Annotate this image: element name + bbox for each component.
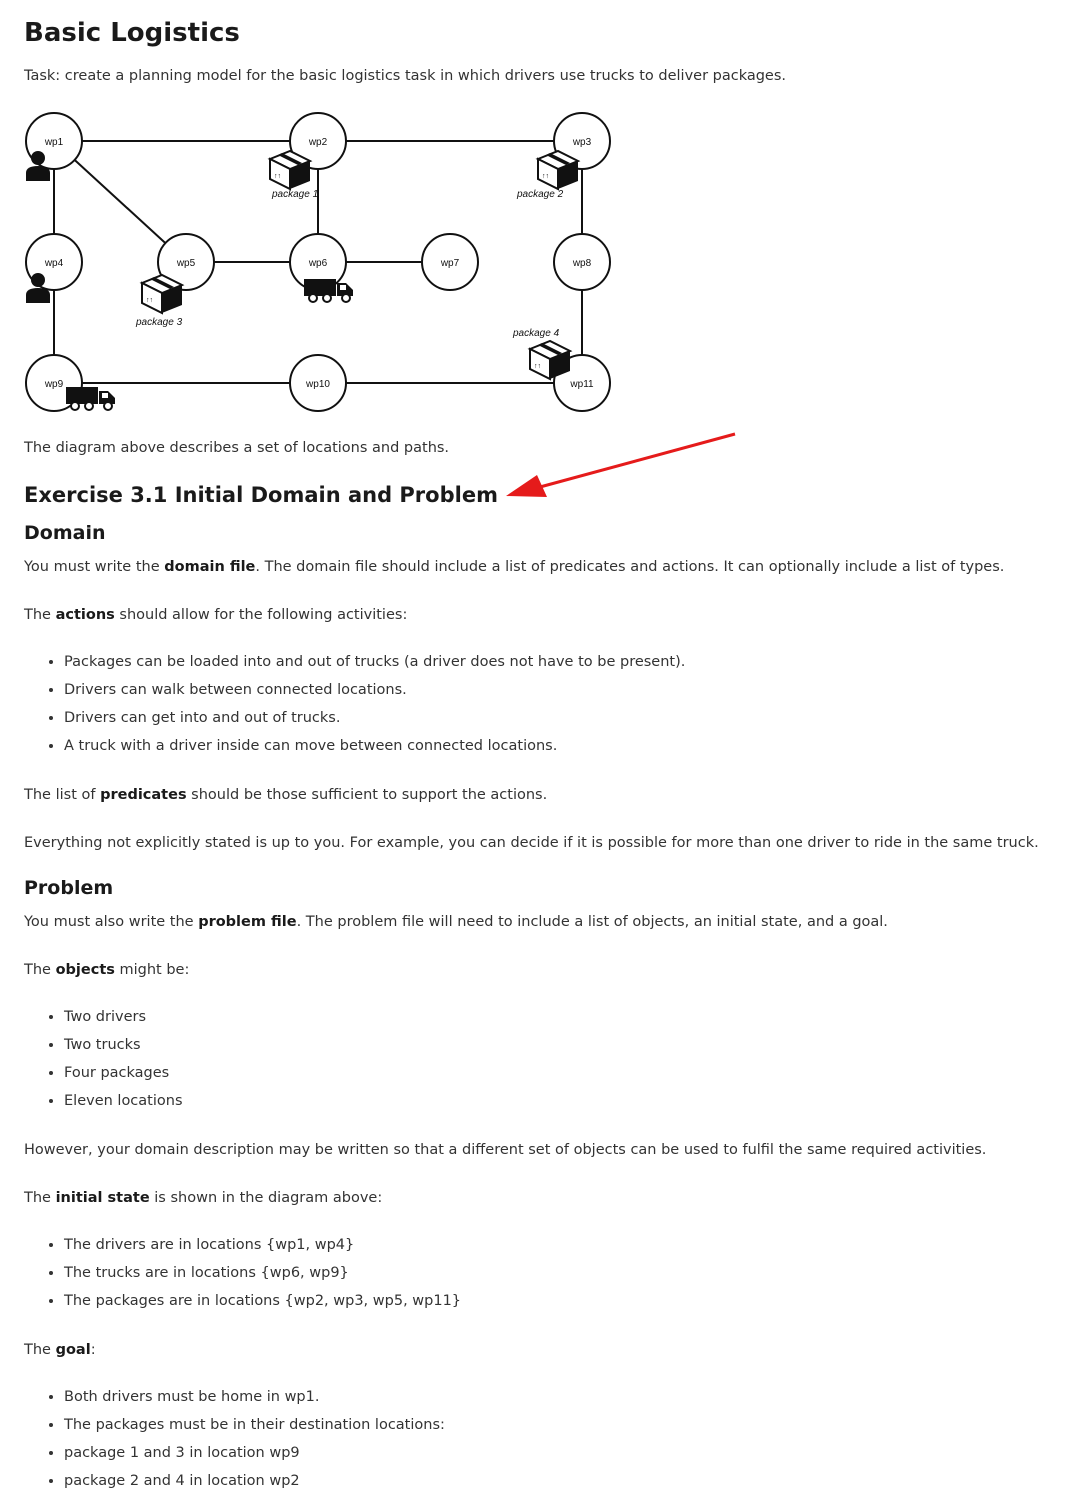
page-title: Basic Logistics bbox=[24, 18, 240, 48]
svg-text:wp4: wp4 bbox=[44, 258, 64, 269]
list-item: Drivers can get into and out of trucks. bbox=[64, 704, 685, 732]
task-text: Task: create a planning model for the ba… bbox=[24, 68, 787, 84]
objects-list: Two drivers Two trucks Four packages Ele… bbox=[24, 1003, 183, 1115]
list-item: The drivers are in locations {wp1, wp4} bbox=[64, 1231, 461, 1259]
list-item: The trucks are in locations {wp6, wp9} bbox=[64, 1259, 461, 1287]
list-item: package 2 and 4 in location wp2 bbox=[64, 1467, 445, 1495]
actions-intro: The actions should allow for the followi… bbox=[24, 607, 408, 623]
svg-text:wp7: wp7 bbox=[440, 258, 460, 269]
package-label: package 1 bbox=[271, 189, 318, 200]
problem-heading: Problem bbox=[24, 877, 114, 899]
node-wp8: wp8 bbox=[553, 233, 611, 291]
svg-text:wp2: wp2 bbox=[308, 137, 328, 148]
actions-list: Packages can be loaded into and out of t… bbox=[24, 648, 685, 760]
list-item: Two drivers bbox=[64, 1003, 183, 1031]
list-item: Eleven locations bbox=[64, 1087, 183, 1115]
exercise-heading: Exercise 3.1 Initial Domain and Problem bbox=[24, 483, 498, 507]
however-text: However, your domain description may be … bbox=[24, 1142, 987, 1158]
svg-text:wp10: wp10 bbox=[305, 379, 330, 390]
package-label: package 4 bbox=[512, 328, 560, 339]
truck-icon bbox=[303, 278, 354, 303]
svg-text:wp3: wp3 bbox=[572, 137, 592, 148]
list-item: Two trucks bbox=[64, 1031, 183, 1059]
list-item: Drivers can walk between connected locat… bbox=[64, 676, 685, 704]
objects-intro: The objects might be: bbox=[24, 962, 190, 978]
svg-text:wp5: wp5 bbox=[176, 258, 196, 269]
list-item: A truck with a driver inside can move be… bbox=[64, 732, 685, 760]
initial-list: The drivers are in locations {wp1, wp4} … bbox=[24, 1231, 461, 1315]
problem-intro: You must also write the problem file. Th… bbox=[24, 914, 888, 930]
node-wp7: wp7 bbox=[421, 233, 479, 291]
initial-intro: The initial state is shown in the diagra… bbox=[24, 1190, 383, 1206]
package-label: package 3 bbox=[135, 317, 183, 328]
package-label: package 2 bbox=[516, 189, 564, 200]
list-item: package 1 and 3 in location wp9 bbox=[64, 1439, 445, 1467]
note-text: Everything not explicitly stated is up t… bbox=[24, 835, 1039, 851]
goal-intro: The goal: bbox=[24, 1342, 96, 1358]
diagram-caption: The diagram above describes a set of loc… bbox=[24, 440, 450, 456]
svg-text:wp11: wp11 bbox=[569, 379, 594, 390]
svg-text:wp9: wp9 bbox=[44, 379, 64, 390]
predicates-text: The list of predicates should be those s… bbox=[24, 787, 548, 803]
list-item: Both drivers must be home in wp1. bbox=[64, 1383, 445, 1411]
svg-text:wp1: wp1 bbox=[44, 137, 64, 148]
domain-heading: Domain bbox=[24, 522, 106, 544]
list-item: Packages can be loaded into and out of t… bbox=[64, 648, 685, 676]
goal-list: Both drivers must be home in wp1. The pa… bbox=[24, 1383, 445, 1495]
domain-intro: You must write the domain file. The doma… bbox=[24, 559, 1005, 575]
node-wp10: wp10 bbox=[289, 354, 347, 412]
list-item: Four packages bbox=[64, 1059, 183, 1087]
truck-icon bbox=[65, 386, 116, 411]
list-item: The packages must be in their destinatio… bbox=[64, 1411, 445, 1439]
svg-text:wp8: wp8 bbox=[572, 258, 592, 269]
package-icon bbox=[529, 340, 571, 380]
svg-text:wp6: wp6 bbox=[308, 258, 328, 269]
list-item: The packages are in locations {wp2, wp3,… bbox=[64, 1287, 461, 1315]
logistics-diagram: ↑↑ wp1 wp2 wp3 wp4 wp5 wp6 wp7 wp8 wp9 w… bbox=[25, 112, 611, 412]
